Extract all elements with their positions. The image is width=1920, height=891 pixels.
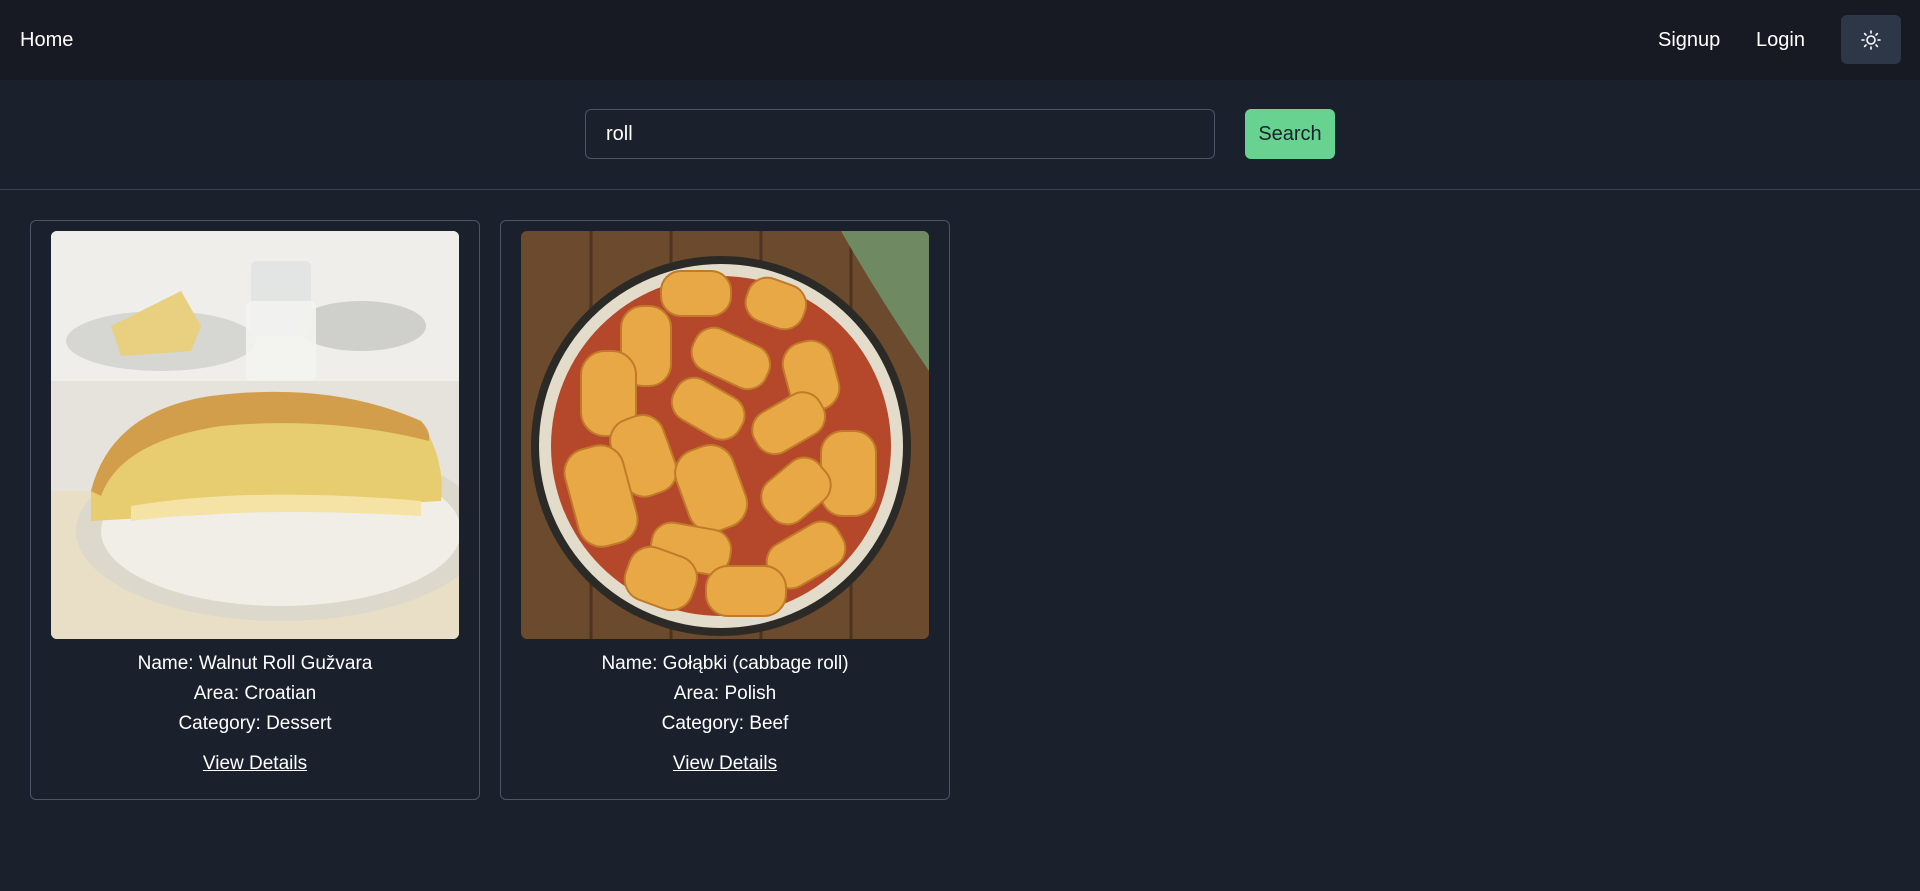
sun-icon xyxy=(1861,29,1881,50)
meal-name: Name: Walnut Roll Gužvara xyxy=(137,653,373,674)
login-link[interactable]: Login xyxy=(1756,26,1805,54)
meal-image xyxy=(521,231,929,639)
theme-toggle-button[interactable] xyxy=(1841,15,1901,64)
meal-name: Name: Gołąbki (cabbage roll) xyxy=(601,653,849,674)
meal-area: Area: Polish xyxy=(673,683,777,704)
meal-category: Category: Beef xyxy=(661,713,789,734)
search-button[interactable]: Search xyxy=(1245,109,1335,159)
navbar: Home Signup Login xyxy=(0,0,1920,80)
meal-category: Category: Dessert xyxy=(178,713,332,734)
search-bar: Search xyxy=(0,80,1920,190)
view-details-link[interactable]: View Details xyxy=(31,751,479,777)
meal-card: Name: Walnut Roll Gužvara Area: Croatian… xyxy=(30,220,480,800)
home-link[interactable]: Home xyxy=(20,26,73,54)
signup-link[interactable]: Signup xyxy=(1658,26,1720,54)
meal-image xyxy=(51,231,459,639)
search-input[interactable] xyxy=(585,109,1215,159)
meal-area: Area: Croatian xyxy=(193,683,317,704)
meal-card: Name: Gołąbki (cabbage roll) Area: Polis… xyxy=(500,220,950,800)
view-details-link[interactable]: View Details xyxy=(501,751,949,777)
